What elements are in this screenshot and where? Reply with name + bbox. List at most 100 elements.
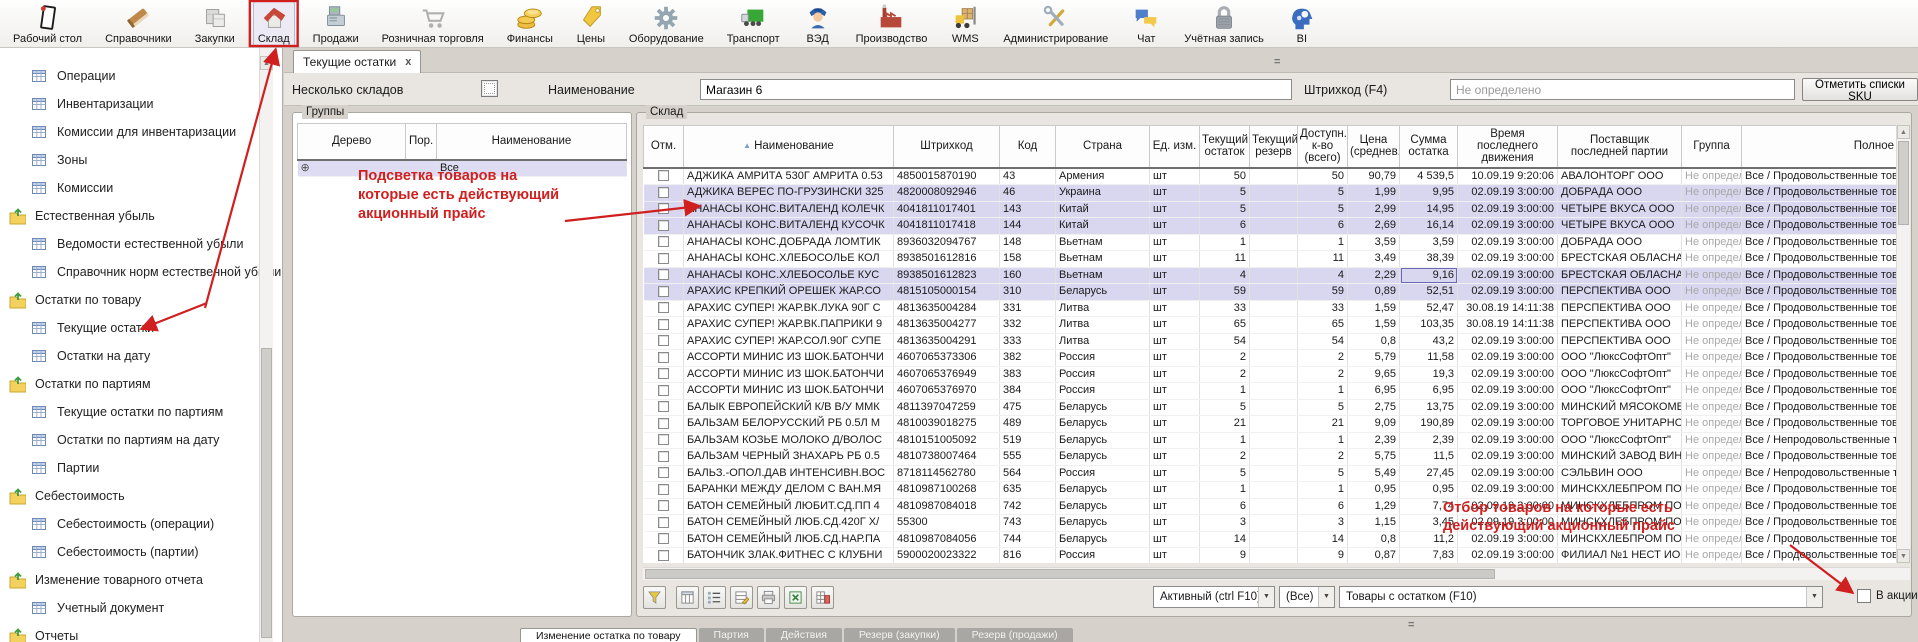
cell-group[interactable]: Не определено: [1682, 465, 1742, 482]
cell-avail[interactable]: 2: [1298, 449, 1348, 466]
cell-code[interactable]: 744: [1000, 531, 1056, 548]
cell-barcode[interactable]: 4810151005092: [894, 432, 1000, 449]
cell-mark[interactable]: [644, 383, 684, 400]
toolbar-item-transport[interactable]: Транспорт: [722, 1, 785, 47]
cell-country[interactable]: Беларусь: [1056, 432, 1150, 449]
cell-price[interactable]: 2,99: [1348, 201, 1400, 218]
cell-supplier[interactable]: МИНСКХЛЕБПРОМ ПО Х: [1558, 515, 1682, 532]
cell-country[interactable]: Литва: [1056, 317, 1150, 334]
cell-sum[interactable]: 19,3: [1400, 366, 1458, 383]
cell-barcode[interactable]: 5900020023322: [894, 548, 1000, 564]
sidebar-item[interactable]: Отчеты: [8, 622, 78, 642]
cell-stock[interactable]: 3: [1200, 515, 1250, 532]
cell-sum[interactable]: 38,39: [1400, 251, 1458, 268]
table-row[interactable]: АРАХИС СУПЕР! ЖАР.ВК.ЛУКА 90Г С481363500…: [644, 300, 1897, 317]
cell-price[interactable]: 5,49: [1348, 465, 1400, 482]
cell-group[interactable]: Не определено: [1682, 548, 1742, 564]
cell-country[interactable]: Россия: [1056, 548, 1150, 564]
cell-price[interactable]: 5,75: [1348, 449, 1400, 466]
sidebar-item[interactable]: Изменение товарного отчета: [8, 566, 203, 594]
table-row[interactable]: БАЛЬЗАМ БЕЛОРУССКИЙ РБ 0.5Л М48100390182…: [644, 416, 1897, 433]
cell-mark[interactable]: [644, 416, 684, 433]
cell-name[interactable]: АРАХИС СУПЕР! ЖАР.ВК.ЛУКА 90Г С: [684, 300, 894, 317]
cell-reserve[interactable]: [1250, 432, 1298, 449]
cell-time[interactable]: 02.09.19 3:00:00: [1458, 201, 1558, 218]
cell-unit[interactable]: шт: [1150, 267, 1200, 284]
cell-full[interactable]: Все / Продовольственные товары: [1742, 498, 1897, 515]
cell-country[interactable]: Беларусь: [1056, 531, 1150, 548]
cell-price[interactable]: 1,29: [1348, 498, 1400, 515]
row-checkbox[interactable]: [658, 335, 669, 346]
table-row[interactable]: АНАНАСЫ КОНС.ДОБРАДА ЛОМТИК8936032094767…: [644, 234, 1897, 251]
cell-sum[interactable]: 43,2: [1400, 333, 1458, 350]
cell-unit[interactable]: шт: [1150, 399, 1200, 416]
cell-stock[interactable]: 65: [1200, 317, 1250, 334]
cell-reserve[interactable]: [1250, 383, 1298, 400]
cell-mark[interactable]: [644, 284, 684, 301]
cell-mark[interactable]: [644, 267, 684, 284]
cell-full[interactable]: Все / Продовольственные товары: [1742, 284, 1897, 301]
cell-sum[interactable]: 11,58: [1400, 350, 1458, 367]
cell-time[interactable]: 02.09.19 3:00:00: [1458, 449, 1558, 466]
cell-sum[interactable]: 11,2: [1400, 531, 1458, 548]
sidebar-item[interactable]: Текущие остатки по партиям: [30, 398, 223, 426]
cell-name[interactable]: БАРАНКИ МЕЖДУ ДЕЛОМ С ВАН.МЯ: [684, 482, 894, 499]
cell-group[interactable]: Не определено: [1682, 531, 1742, 548]
cell-time[interactable]: 30.08.19 14:11:38: [1458, 317, 1558, 334]
cell-unit[interactable]: шт: [1150, 465, 1200, 482]
sidebar-item[interactable]: Комиссии для инвентаризации: [30, 118, 236, 146]
row-checkbox[interactable]: [658, 253, 669, 264]
cell-code[interactable]: 475: [1000, 399, 1056, 416]
sidebar-item[interactable]: Учетный документ: [30, 594, 164, 622]
cell-stock[interactable]: 1: [1200, 432, 1250, 449]
cell-code[interactable]: 383: [1000, 366, 1056, 383]
cell-time[interactable]: 02.09.19 3:00:00: [1458, 185, 1558, 202]
row-checkbox[interactable]: [658, 517, 669, 528]
cell-full[interactable]: Все / Продовольственные товары: [1742, 333, 1897, 350]
bottom-tab[interactable]: Резерв (продажи): [957, 628, 1073, 642]
scrollbar-thumb[interactable]: [645, 569, 1495, 579]
sidebar-scrollbar[interactable]: ▲: [259, 48, 273, 642]
cell-avail[interactable]: 33: [1298, 300, 1348, 317]
cell-unit[interactable]: шт: [1150, 201, 1200, 218]
table-row[interactable]: БАТОН СЕМЕЙНЫЙ ЛЮБ.СД.НАР.ПА481098708405…: [644, 531, 1897, 548]
stock-column-header-time[interactable]: Время последнего движения: [1458, 126, 1558, 168]
toolbar-item-prices[interactable]: Цены: [571, 1, 611, 47]
bottom-tab[interactable]: Действия: [766, 628, 842, 642]
cell-name[interactable]: АНАНАСЫ КОНС.ВИТАЛЕНД КУСОЧК: [684, 218, 894, 235]
cell-name[interactable]: АРАХИС СУПЕР! ЖАР.ВК.ПАПРИКИ 9: [684, 317, 894, 334]
row-checkbox[interactable]: [658, 434, 669, 445]
cell-name[interactable]: АРАХИС КРЕПКИЙ ОРЕШЕК ЖАР.СО: [684, 284, 894, 301]
cell-mark[interactable]: [644, 498, 684, 515]
cell-group[interactable]: Не определено: [1682, 234, 1742, 251]
cell-time[interactable]: 02.09.19 3:00:00: [1458, 498, 1558, 515]
cell-group[interactable]: Не определено: [1682, 284, 1742, 301]
cell-stock[interactable]: 6: [1200, 498, 1250, 515]
cell-code[interactable]: 144: [1000, 218, 1056, 235]
cell-time[interactable]: 02.09.19 3:00:00: [1458, 399, 1558, 416]
cell-unit[interactable]: шт: [1150, 350, 1200, 367]
cell-country[interactable]: Россия: [1056, 350, 1150, 367]
cell-supplier[interactable]: МИНСКИЙ МЯСОКОМБИ: [1558, 399, 1682, 416]
cell-supplier[interactable]: СЭЛЬВИН ООО: [1558, 465, 1682, 482]
cell-unit[interactable]: шт: [1150, 317, 1200, 334]
cell-time[interactable]: 02.09.19 3:00:00: [1458, 350, 1558, 367]
cell-name[interactable]: АНАНАСЫ КОНС.ХЛЕБОСОЛЬЕ КУС: [684, 267, 894, 284]
cell-unit[interactable]: шт: [1150, 531, 1200, 548]
cell-stock[interactable]: 1: [1200, 383, 1250, 400]
cell-reserve[interactable]: [1250, 416, 1298, 433]
table-row[interactable]: АССОРТИ МИНИС ИЗ ШОК.БАТОНЧИ460706537697…: [644, 383, 1897, 400]
toolbar-item-chat[interactable]: Чат: [1126, 1, 1166, 47]
stock-column-header-country[interactable]: Страна: [1056, 126, 1150, 168]
row-checkbox[interactable]: [658, 203, 669, 214]
cell-barcode[interactable]: 4813635004284: [894, 300, 1000, 317]
cell-time[interactable]: 30.08.19 14:11:38: [1458, 300, 1558, 317]
sidebar-item[interactable]: Остатки по партиям: [8, 370, 151, 398]
cell-price[interactable]: 9,65: [1348, 366, 1400, 383]
bottom-tab[interactable]: Партия: [699, 628, 764, 642]
cell-avail[interactable]: 9: [1298, 548, 1348, 564]
stock-filter-combo[interactable]: Товары с остатком (F10) ▼: [1339, 586, 1823, 608]
vertical-scrollbar[interactable]: ▲ ▼: [1896, 125, 1910, 563]
cell-code[interactable]: 43: [1000, 168, 1056, 185]
scroll-up-icon[interactable]: ▲: [260, 56, 273, 70]
